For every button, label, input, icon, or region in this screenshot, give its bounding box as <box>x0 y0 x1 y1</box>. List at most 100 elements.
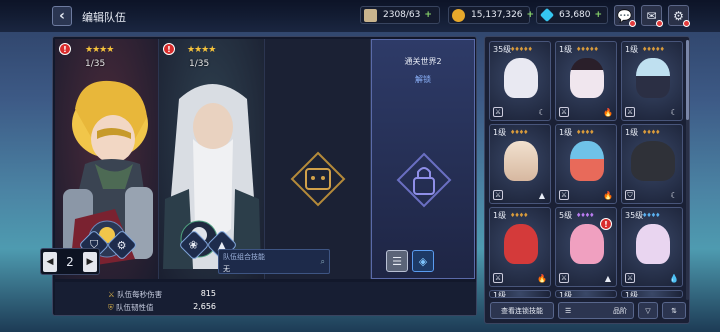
hero-stars: ★★★★ <box>187 45 216 55</box>
fire-icon: 🔥 <box>603 190 613 200</box>
stat-dps-value: 815 <box>200 289 216 298</box>
stat-dps: ⚔ 队伍每秒伤害 815 <box>108 289 216 300</box>
roster-card[interactable]: 1级 <box>555 290 617 298</box>
team-formation-button[interactable]: ◈ <box>412 250 434 272</box>
mountain-icon: ▲ <box>538 190 546 200</box>
hero-stars: ★★★★ <box>85 45 114 55</box>
hero-avatar <box>570 141 604 181</box>
team-page-number: 2 <box>66 254 74 269</box>
hero-avatar <box>504 58 538 98</box>
team-slot-4-locked[interactable]: 通关世界2 解锁 <box>371 39 475 279</box>
sort-dropdown[interactable]: ☰ 品阶 <box>558 302 634 319</box>
stat-toughness-value: 2,656 <box>193 302 216 311</box>
card-stars: ♦♦♦♦♦ <box>642 46 665 53</box>
roster-card[interactable]: 1级 ♦♦♦♦♦ ⚔ 🔥 <box>555 41 617 121</box>
card-stars: ♦♦♦♦ <box>576 129 594 136</box>
unlock-condition: 通关世界2 <box>404 57 442 66</box>
roster-card[interactable]: 1级 <box>621 290 683 298</box>
stat-toughness-label: 队伍韧性值 <box>116 303 154 312</box>
filter-button[interactable]: ▽ <box>638 302 658 319</box>
lock-icon <box>396 152 452 208</box>
team-slot-1[interactable]: ! ★★★★ 1/35 ⛉ ⚙ <box>55 39 159 279</box>
gold-plus-button[interactable]: + <box>527 10 535 20</box>
view-chain-skill-button[interactable]: 查看连锁技能 <box>490 302 554 319</box>
card-level: 1级 <box>559 128 573 137</box>
shield-icon: ⛨ <box>108 303 114 312</box>
gear-icon: ⚙ <box>673 8 684 23</box>
team-combo-skill-field[interactable]: 队伍组合技能 无 ⌕ <box>218 249 330 274</box>
gold-value: 15,137,326 <box>471 10 523 20</box>
gold-resource[interactable]: 15,137,326 + <box>448 6 534 24</box>
back-button[interactable]: ‹ <box>52 6 72 26</box>
fire-icon: 🔥 <box>537 273 547 283</box>
hero-avatar <box>636 224 670 264</box>
sort-label: 品阶 <box>613 306 627 315</box>
search-icon: ⌕ <box>320 257 325 266</box>
sword-icon: ⚔ <box>559 107 569 117</box>
next-team-button[interactable]: ▶ <box>82 251 97 272</box>
flower-icon: ❀ <box>189 238 199 252</box>
card-stars: ♦♦♦♦ <box>510 212 528 219</box>
roster-card[interactable]: 1级 ♦♦♦♦ ⛉ ☾ <box>621 124 683 204</box>
team-pager: ◀ 2 ▶ <box>40 248 100 275</box>
card-stars: ♦♦♦♦ <box>576 212 594 219</box>
roster-card[interactable]: 1级 ♦♦♦♦ ⚔ 🔥 <box>555 124 617 204</box>
hero-roster-panel: 35级 ♦♦♦♦♦ ⚔ ☾ 1级 ♦♦♦♦♦ ⚔ 🔥 1级 ♦♦♦♦♦ ⚔ ☾ 1级 ♦♦♦♦ ⚔ ▲ … <box>484 36 690 324</box>
team-slot-2[interactable]: ! ★★★★ 1/35 ❀ ▲ <box>159 39 265 279</box>
card-level: 35级 <box>493 45 512 54</box>
card-stars: ♦♦♦♦♦ <box>576 46 599 53</box>
stamina-plus-button[interactable]: + <box>424 10 432 20</box>
card-level: 1级 <box>625 45 639 54</box>
roster-card[interactable]: 1级 ♦♦♦♦ ⚔ ▲ <box>489 124 551 204</box>
chevron-left-icon: ‹ <box>59 8 65 24</box>
notification-dot <box>656 20 663 27</box>
sword-icon: ⚔ <box>625 107 635 117</box>
list-view-button[interactable]: ☰ <box>386 250 408 272</box>
gem-value: 63,680 <box>559 10 591 20</box>
notification-dot <box>683 20 690 27</box>
stamina-resource[interactable]: 2308/63 + <box>360 6 440 24</box>
roster-card[interactable]: 35级 ♦♦♦♦ ⚔ 💧 <box>621 207 683 287</box>
chat-button[interactable]: 💬 <box>614 5 636 27</box>
water-icon: 💧 <box>669 273 679 283</box>
list-icon: ☰ <box>392 254 402 268</box>
list-icon: ☰ <box>565 306 572 315</box>
mail-button[interactable]: ✉ <box>641 5 663 27</box>
gem-resource[interactable]: 63,680 + <box>536 6 608 24</box>
settings-button[interactable]: ⚙ <box>668 5 690 27</box>
scroll-thumb[interactable] <box>686 40 689 120</box>
team-slot-3-empty[interactable] <box>265 39 371 279</box>
card-level: 5级 <box>559 211 573 220</box>
prev-team-button[interactable]: ◀ <box>43 251 57 272</box>
alert-icon: ! <box>59 43 71 55</box>
roster-card[interactable]: 35级 ♦♦♦♦♦ ⚔ ☾ <box>489 41 551 121</box>
hero-avatar <box>631 141 675 181</box>
combo-value: 无 <box>223 265 230 273</box>
coffee-icon <box>364 9 377 22</box>
moon-icon: ☾ <box>670 107 678 117</box>
card-stars: ♦♦♦♦ <box>642 212 660 219</box>
sort-icon: ⇅ <box>671 306 677 315</box>
alert-icon: ! <box>163 43 175 55</box>
gear-icon: ⚙ <box>117 238 127 252</box>
roster-card[interactable]: 1级 <box>489 290 551 298</box>
sort-order-button[interactable]: ⇅ <box>662 302 686 319</box>
card-level: 1级 <box>625 128 639 137</box>
sword-icon: ⚔ <box>559 273 569 283</box>
unlock-button[interactable]: 解锁 <box>372 74 474 85</box>
roster-scrollbar[interactable] <box>686 40 689 300</box>
card-level: 1级 <box>493 211 507 220</box>
hero-avatar <box>570 224 604 264</box>
gem-plus-button[interactable]: + <box>595 10 603 20</box>
sword-icon: ⚔ <box>493 107 503 117</box>
roster-card[interactable]: 1级 ♦♦♦♦ ⚔ 🔥 <box>489 207 551 287</box>
roster-card[interactable]: 5级 ♦♦♦♦! ⚔ ▲ <box>555 207 617 287</box>
stat-dps-label: 队伍每秒伤害 <box>117 290 163 299</box>
moon-icon: ☾ <box>670 190 678 200</box>
fire-icon: 🔥 <box>603 107 613 117</box>
card-stars: ♦♦♦♦ <box>510 129 528 136</box>
shield-icon: ⛉ <box>625 190 635 200</box>
roster-card[interactable]: 1级 ♦♦♦♦♦ ⚔ ☾ <box>621 41 683 121</box>
stamina-value: 2308/63 <box>383 10 421 20</box>
sword-icon: ⚔ <box>493 190 503 200</box>
